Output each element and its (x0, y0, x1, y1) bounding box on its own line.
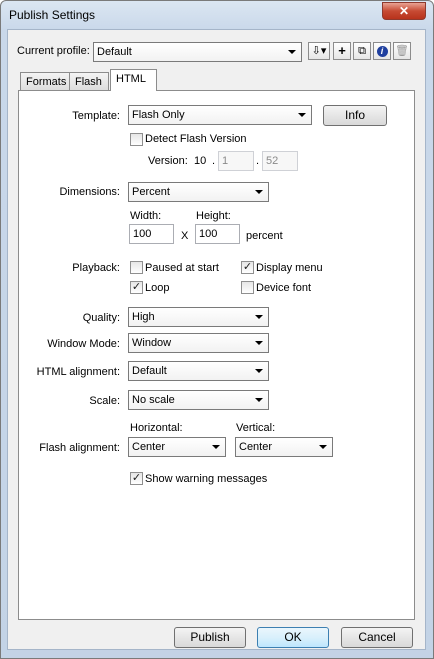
cancel-button-label: Cancel (358, 630, 396, 644)
version-minor-value: 1 (222, 155, 229, 167)
loop-label: Loop (145, 282, 170, 294)
device-font-checkbox[interactable] (241, 281, 254, 294)
horizontal-alignment-dropdown[interactable]: Center (128, 437, 226, 457)
quality-label: Quality: (82, 312, 120, 324)
template-info-button[interactable]: Info (323, 105, 387, 126)
vertical-alignment-dropdown[interactable]: Center (235, 437, 333, 457)
ok-button[interactable]: OK (257, 627, 329, 648)
template-dropdown[interactable]: Flash Only (128, 105, 312, 125)
window-mode-dropdown[interactable]: Window (128, 333, 269, 353)
template-label: Template: (72, 110, 120, 122)
window-title: Publish Settings (9, 8, 96, 22)
chevron-down-icon (255, 369, 263, 373)
quality-dropdown[interactable]: High (128, 307, 269, 327)
device-font-label: Device font (256, 282, 312, 294)
tab-html[interactable]: HTML (110, 69, 157, 91)
duplicate-icon: ⧉ (358, 45, 366, 57)
html-alignment-label: HTML alignment: (36, 366, 120, 378)
width-input[interactable]: 100 (129, 224, 174, 244)
show-warnings-label: Show warning messages (145, 473, 268, 485)
profile-dropdown-value: Default (97, 46, 132, 58)
profile-info-button[interactable]: i (373, 42, 391, 60)
tab-flash[interactable]: Flash (69, 72, 109, 91)
show-warnings-checkbox[interactable]: ✓ (130, 472, 143, 485)
current-profile-label: Current profile: (17, 45, 90, 57)
version-separator: . (212, 155, 216, 167)
display-menu-label: Display menu (256, 262, 323, 274)
checkmark-icon: ✓ (131, 472, 142, 484)
version-revision-value: 52 (266, 155, 279, 167)
dimensions-dropdown-value: Percent (132, 186, 170, 198)
info-icon: i (376, 46, 388, 57)
version-minor-input[interactable]: 1 (218, 151, 254, 171)
dimension-unit-label: percent (246, 230, 283, 242)
tab-label: HTML (116, 73, 146, 85)
publish-button[interactable]: Publish (174, 627, 246, 648)
html-alignment-dropdown-value: Default (132, 365, 167, 377)
detect-flash-checkbox[interactable] (130, 133, 143, 146)
chevron-down-icon (288, 50, 296, 54)
cancel-button[interactable]: Cancel (341, 627, 413, 648)
height-label: Height: (196, 210, 231, 222)
horizontal-label: Horizontal: (130, 422, 183, 434)
publish-button-label: Publish (190, 630, 230, 644)
html-tab-panel (18, 90, 415, 620)
chevron-down-icon (255, 341, 263, 345)
quality-dropdown-value: High (132, 311, 155, 323)
playback-label: Playback: (72, 262, 120, 274)
import-export-profile-button[interactable]: ⇩▾ (308, 42, 330, 60)
checkmark-icon: ✓ (131, 281, 142, 293)
dimension-x-label: X (181, 230, 189, 242)
import-export-icon: ⇩▾ (311, 45, 327, 57)
checkmark-icon: ✓ (242, 261, 253, 273)
chevron-down-icon (298, 113, 306, 117)
ok-button-label: OK (284, 630, 302, 644)
template-info-button-label: Info (344, 108, 365, 122)
dimensions-dropdown[interactable]: Percent (128, 182, 269, 202)
profile-dropdown[interactable]: Default (93, 42, 302, 62)
width-value: 100 (133, 228, 152, 240)
display-menu-checkbox[interactable]: ✓ (241, 261, 254, 274)
template-dropdown-value: Flash Only (132, 109, 185, 121)
trash-icon: 🗑 (395, 45, 409, 57)
scale-dropdown[interactable]: No scale (128, 390, 269, 410)
flash-alignment-label: Flash alignment: (39, 442, 120, 454)
version-label: Version: (148, 155, 188, 167)
dimensions-label: Dimensions: (59, 186, 120, 198)
loop-checkbox[interactable]: ✓ (130, 281, 143, 294)
height-value: 100 (199, 228, 218, 240)
tab-label: Formats (26, 76, 67, 88)
version-separator: . (256, 155, 260, 167)
plus-icon: + (338, 43, 346, 58)
tab-label: Flash (75, 76, 102, 88)
vertical-alignment-value: Center (239, 441, 273, 453)
width-label: Width: (130, 210, 162, 222)
paused-at-start-label: Paused at start (145, 262, 219, 274)
scale-dropdown-value: No scale (132, 394, 175, 406)
horizontal-alignment-value: Center (132, 441, 166, 453)
add-profile-button[interactable]: + (333, 42, 351, 60)
window-mode-dropdown-value: Window (132, 337, 172, 349)
chevron-down-icon (255, 190, 263, 194)
tab-formats[interactable]: Formats (20, 72, 70, 91)
scale-label: Scale: (89, 395, 120, 407)
chevron-down-icon (255, 315, 263, 319)
html-alignment-dropdown[interactable]: Default (128, 361, 269, 381)
paused-at-start-checkbox[interactable] (130, 261, 143, 274)
close-icon: ✕ (398, 4, 410, 18)
detect-flash-label: Detect Flash Version (145, 133, 247, 145)
duplicate-profile-button[interactable]: ⧉ (353, 42, 371, 60)
version-revision-input[interactable]: 52 (262, 151, 298, 171)
window-mode-label: Window Mode: (47, 338, 120, 350)
version-major: 10 (194, 155, 207, 167)
delete-profile-button[interactable]: 🗑 (393, 42, 411, 60)
height-input[interactable]: 100 (195, 224, 240, 244)
vertical-label: Vertical: (236, 422, 276, 434)
chevron-down-icon (255, 398, 263, 402)
active-tab-joint (111, 89, 156, 91)
chevron-down-icon (212, 445, 220, 449)
close-button[interactable]: ✕ (382, 2, 426, 20)
chevron-down-icon (319, 445, 327, 449)
